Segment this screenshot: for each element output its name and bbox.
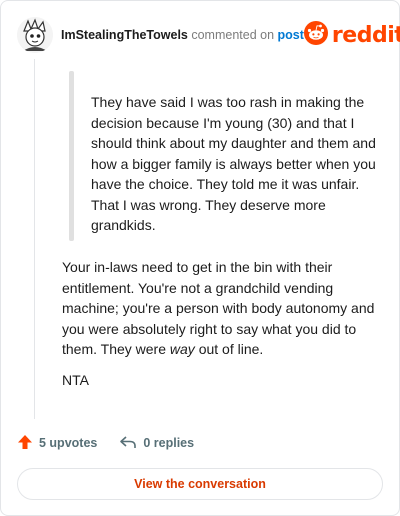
thread-line [34,59,35,419]
upvote-arrow-icon [17,434,33,453]
quote-bar [69,71,74,241]
reddit-logo[interactable]: reddit [303,20,400,50]
comment-body: Your in-laws need to get in the bin with… [62,257,387,360]
embed-card: ImStealingTheTowels commented on post re… [0,0,400,516]
reply-arrow-icon [119,434,137,453]
reply-count: 0 replies [143,436,195,450]
comment-byline: ImStealingTheTowels commented on post [61,28,304,42]
reddit-snoo-icon [303,20,328,50]
reddit-wordmark: reddit [331,22,400,48]
comment-body-emphasis: way [169,341,195,357]
post-link[interactable]: post [278,28,304,42]
comment-verdict: NTA [62,372,89,388]
view-conversation-button[interactable]: View the conversation [17,468,383,500]
comment-header: ImStealingTheTowels commented on post re… [17,15,400,55]
comment-actions: 5 upvotes 0 replies [17,433,194,453]
username-link[interactable]: ImStealingTheTowels [61,28,188,42]
commented-on-label: commented on [191,28,275,42]
comment-body-text-end: out of line. [194,341,264,357]
replies-button[interactable]: 0 replies [119,434,194,453]
quoted-text: They have said I was too rash in making … [91,94,376,233]
user-avatar[interactable] [17,17,53,53]
upvote-count: 5 upvotes [39,436,98,450]
upvote-button[interactable]: 5 upvotes [17,434,97,453]
